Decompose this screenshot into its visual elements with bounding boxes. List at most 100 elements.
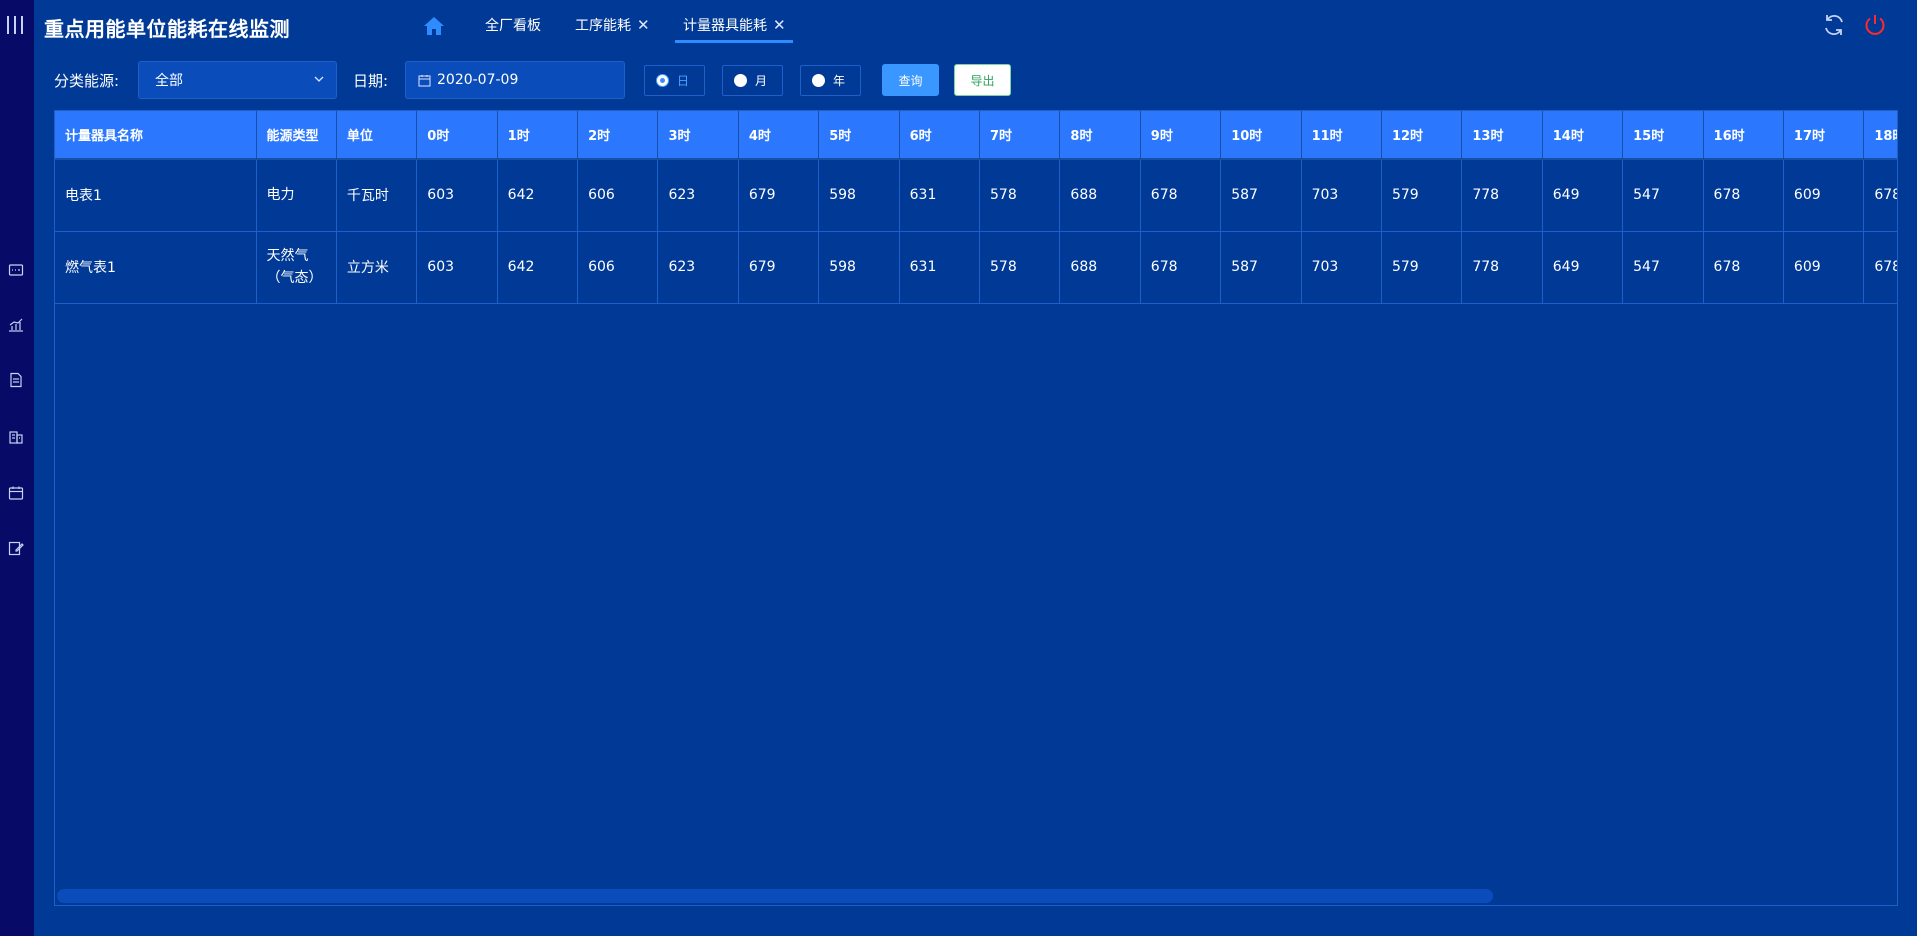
hour-value-cell: 606: [577, 159, 659, 232]
hour-value-cell: 678: [1703, 159, 1784, 232]
column-header: 15时: [1622, 111, 1704, 160]
hour-value-cell: 703: [1301, 231, 1382, 304]
hour-value-cell: 678: [1140, 231, 1222, 304]
hour-value-cell: 778: [1461, 159, 1543, 232]
hour-value-cell: 587: [1220, 231, 1302, 304]
energy-table: 计量器具名称 能源类型 单位 0时 1时 2时 3时 4时 5时 6时 7时 8时 9时 10时 11时 12…: [55, 111, 1897, 304]
column-header: 8时: [1059, 111, 1141, 160]
column-header: 7时: [979, 111, 1061, 160]
export-button[interactable]: 导出: [954, 64, 1011, 96]
close-icon[interactable]: ✕: [773, 17, 786, 33]
menu-icon[interactable]: [7, 16, 23, 34]
tab-process-energy[interactable]: 工序能耗 ✕: [575, 15, 650, 35]
hour-value-cell: 631: [899, 159, 981, 232]
close-icon[interactable]: ✕: [637, 17, 650, 33]
hour-value-cell: 778: [1461, 231, 1543, 304]
home-icon[interactable]: [423, 15, 445, 37]
table-header-row: 计量器具名称 能源类型 单位 0时 1时 2时 3时 4时 5时 6时 7时 8时 9时 10时 11时 12…: [55, 111, 1897, 160]
energy-table-container[interactable]: 计量器具名称 能源类型 单位 0时 1时 2时 3时 4时 5时 6时 7时 8时 9时 10时 11时 12…: [54, 110, 1898, 906]
date-picker[interactable]: 2020-07-09: [405, 61, 625, 99]
energy-type-cell: 天然气（气态）: [256, 231, 337, 304]
hour-value-cell: 678: [1863, 231, 1897, 304]
radio-dot: [812, 74, 825, 87]
hour-value-cell: 578: [979, 159, 1061, 232]
unit-cell: 立方米: [336, 231, 418, 304]
radio-label: 年: [833, 74, 846, 88]
hour-value-cell: 609: [1783, 231, 1865, 304]
hour-value-cell: 587: [1220, 159, 1302, 232]
calculator-icon[interactable]: [8, 262, 24, 278]
tab-label: 工序能耗: [575, 18, 631, 34]
table-row: 燃气表1 天然气（气态） 立方米 603 642 606 623 679 598 631 578 68…: [55, 231, 1897, 304]
column-header: 3时: [657, 111, 739, 160]
column-header: 4时: [738, 111, 820, 160]
column-header: 14时: [1542, 111, 1624, 160]
tab-label: 计量器具能耗: [683, 18, 767, 34]
column-header: 2时: [577, 111, 659, 160]
query-button[interactable]: 查询: [882, 64, 939, 96]
meter-name-cell: 电表1: [55, 159, 257, 232]
horizontal-scrollbar[interactable]: [57, 889, 1493, 903]
column-header: 16时: [1703, 111, 1784, 160]
hour-value-cell: 603: [416, 159, 498, 232]
hour-value-cell: 649: [1542, 159, 1624, 232]
hour-value-cell: 679: [738, 159, 820, 232]
period-month-radio[interactable]: 月: [722, 65, 783, 96]
chevron-down-icon: [314, 76, 324, 82]
column-header: 9时: [1140, 111, 1222, 160]
table-row: 电表1 电力 千瓦时 603 642 606 623 679 598 631 578 688 678 58…: [55, 159, 1897, 232]
column-header: 11时: [1301, 111, 1382, 160]
tab-meter-energy[interactable]: 计量器具能耗 ✕: [683, 15, 786, 35]
power-icon[interactable]: [1863, 13, 1887, 37]
column-header: 13时: [1461, 111, 1543, 160]
hour-value-cell: 631: [899, 231, 981, 304]
period-day-radio[interactable]: 日: [644, 65, 705, 96]
hour-value-cell: 678: [1863, 159, 1897, 232]
column-header: 计量器具名称: [55, 111, 257, 160]
calendar-icon: [418, 74, 431, 86]
hour-value-cell: 678: [1703, 231, 1784, 304]
chart-icon[interactable]: [8, 317, 24, 333]
column-header: 12时: [1381, 111, 1463, 160]
hour-value-cell: 688: [1059, 231, 1141, 304]
period-year-radio[interactable]: 年: [800, 65, 861, 96]
energy-type-cell: 电力: [256, 159, 337, 232]
column-header: 18时: [1863, 111, 1897, 160]
document-icon[interactable]: [8, 372, 24, 388]
calendar-icon[interactable]: [8, 485, 24, 501]
active-tab-indicator: [675, 40, 793, 43]
hour-value-cell: 623: [657, 159, 739, 232]
radio-label: 月: [755, 74, 768, 88]
date-label: 日期:: [353, 72, 389, 90]
hour-value-cell: 649: [1542, 231, 1624, 304]
hour-value-cell: 547: [1622, 231, 1704, 304]
column-header: 单位: [336, 111, 418, 160]
radio-dot: [656, 74, 669, 87]
column-header: 17时: [1783, 111, 1865, 160]
hour-value-cell: 703: [1301, 159, 1382, 232]
hour-value-cell: 688: [1059, 159, 1141, 232]
column-header: 10时: [1220, 111, 1302, 160]
hour-value-cell: 579: [1381, 231, 1463, 304]
meter-name-cell: 燃气表1: [55, 231, 257, 304]
hour-value-cell: 579: [1381, 159, 1463, 232]
hour-value-cell: 623: [657, 231, 739, 304]
hour-value-cell: 642: [497, 231, 579, 304]
edit-icon[interactable]: [8, 540, 24, 556]
column-header: 能源类型: [256, 111, 337, 160]
tab-factory-board[interactable]: 全厂看板: [485, 15, 541, 35]
hour-value-cell: 642: [497, 159, 579, 232]
app-title: 重点用能单位能耗在线监测: [44, 17, 290, 41]
column-header: 0时: [416, 111, 498, 160]
category-select[interactable]: 全部: [138, 61, 337, 99]
column-header: 1时: [497, 111, 579, 160]
radio-dot: [734, 74, 747, 87]
hour-value-cell: 606: [577, 231, 659, 304]
building-icon[interactable]: [8, 429, 24, 445]
tab-label: 全厂看板: [485, 18, 541, 34]
refresh-icon[interactable]: [1822, 13, 1846, 37]
hour-value-cell: 598: [818, 231, 900, 304]
category-value: 全部: [155, 73, 183, 89]
sidebar: [0, 0, 34, 936]
unit-cell: 千瓦时: [336, 159, 418, 232]
